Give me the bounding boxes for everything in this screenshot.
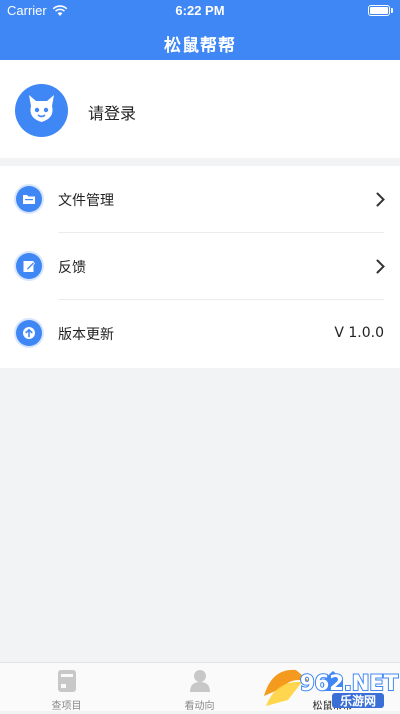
menu-item-label: 文件管理 [58, 193, 114, 209]
tab-trends[interactable]: 看动向 [133, 663, 266, 712]
menu-item-version-update[interactable]: 版本更新 V 1.0.0 [0, 300, 400, 367]
chevron-right-icon [376, 192, 385, 207]
chevron-right-icon [376, 259, 385, 274]
settings-menu: 文件管理 反馈 版本更新 V 1.0.0 [0, 166, 400, 368]
project-icon [58, 670, 76, 692]
upload-icon [16, 320, 42, 346]
version-value: V 1.0.0 [334, 325, 384, 341]
page-title: 松鼠帮帮 [164, 36, 236, 56]
profile-card[interactable]: 请登录 [0, 60, 400, 158]
menu-item-label: 版本更新 [58, 327, 114, 343]
menu-item-file-management[interactable]: 文件管理 [0, 166, 400, 233]
status-bar: Carrier 6:22 PM [0, 0, 400, 22]
login-label[interactable]: 请登录 [88, 100, 136, 124]
menu-item-feedback[interactable]: 反馈 [0, 233, 400, 300]
menu-item-label: 反馈 [58, 260, 86, 276]
avatar[interactable] [15, 84, 68, 137]
status-time: 6:22 PM [175, 3, 225, 18]
squirrel-avatar-icon [29, 95, 54, 122]
app-header: Carrier 6:22 PM 松鼠帮帮 [0, 0, 400, 60]
tab-projects[interactable]: 查项目 [0, 663, 133, 712]
watermark-sub: 乐游网 [340, 693, 376, 708]
battery-icon [368, 5, 390, 16]
battery-tip [391, 8, 393, 13]
feedback-icon [16, 253, 42, 279]
person-icon [190, 670, 210, 692]
watermark-logo: 962.NET 乐游网 [262, 662, 400, 710]
folder-icon [16, 186, 42, 212]
watermark-brand: 962.NET [300, 671, 399, 695]
